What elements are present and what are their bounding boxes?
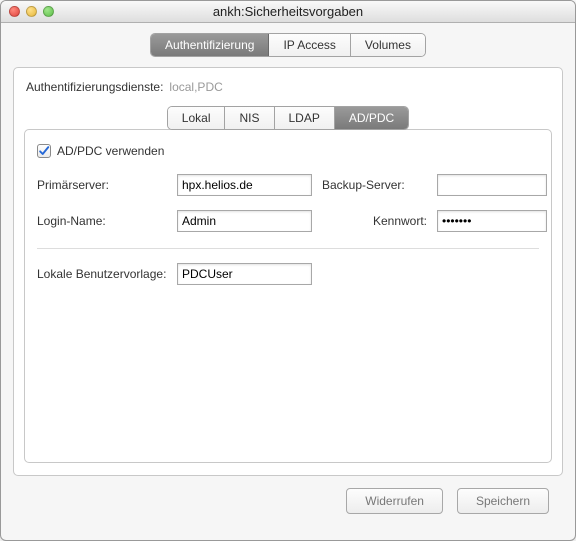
primary-server-label: Primärserver: [37, 178, 167, 192]
password-input[interactable] [437, 210, 547, 232]
auth-services-row: Authentifizierungsdienste: local,PDC [24, 78, 552, 96]
use-adpdc-checkbox[interactable] [37, 144, 51, 158]
inner-tabs: Lokal NIS LDAP AD/PDC [24, 106, 552, 130]
titlebar: ankh:Sicherheitsvorgaben [1, 1, 575, 23]
backup-server-input[interactable] [437, 174, 547, 196]
window-title: ankh:Sicherheitsvorgaben [1, 4, 575, 19]
template-row: Lokale Benutzervorlage: [37, 263, 539, 285]
tab-volumes[interactable]: Volumes [351, 34, 425, 56]
bottom-bar: Widerrufen Speichern [13, 476, 563, 528]
user-template-input[interactable] [177, 263, 312, 285]
auth-services-label: Authentifizierungsdienste: [26, 80, 163, 94]
window: ankh:Sicherheitsvorgaben Authentifizieru… [0, 0, 576, 541]
check-icon [38, 145, 50, 157]
divider [37, 248, 539, 249]
top-tabs-seg: Authentifizierung IP Access Volumes [150, 33, 426, 57]
traffic-lights [9, 6, 54, 17]
top-tabs: Authentifizierung IP Access Volumes [13, 33, 563, 57]
backup-server-label: Backup-Server: [322, 178, 427, 192]
zoom-icon[interactable] [43, 6, 54, 17]
main-panel: Authentifizierungsdienste: local,PDC Lok… [13, 67, 563, 476]
use-adpdc-label: AD/PDC verwenden [57, 144, 164, 158]
login-name-label: Login-Name: [37, 214, 167, 228]
adpdc-panel: AD/PDC verwenden Primärserver: Backup-Se… [24, 129, 552, 463]
user-template-label: Lokale Benutzervorlage: [37, 267, 167, 281]
password-label: Kennwort: [322, 214, 427, 228]
minimize-icon[interactable] [26, 6, 37, 17]
tab-ip-access[interactable]: IP Access [269, 34, 350, 56]
tab-nis[interactable]: NIS [225, 107, 274, 129]
save-button[interactable]: Speichern [457, 488, 549, 514]
tab-lokal[interactable]: Lokal [168, 107, 226, 129]
tab-ldap[interactable]: LDAP [275, 107, 335, 129]
form-grid: Primärserver: Backup-Server: Login-Name:… [37, 174, 539, 232]
auth-services-value: local,PDC [169, 80, 222, 94]
tab-authentifizierung[interactable]: Authentifizierung [151, 34, 269, 56]
close-icon[interactable] [9, 6, 20, 17]
inner-tabs-seg: Lokal NIS LDAP AD/PDC [167, 106, 409, 130]
primary-server-input[interactable] [177, 174, 312, 196]
content: Authentifizierung IP Access Volumes Auth… [1, 23, 575, 540]
tab-adpdc[interactable]: AD/PDC [335, 107, 408, 129]
login-name-input[interactable] [177, 210, 312, 232]
revert-button[interactable]: Widerrufen [346, 488, 443, 514]
use-adpdc-row: AD/PDC verwenden [37, 144, 539, 158]
